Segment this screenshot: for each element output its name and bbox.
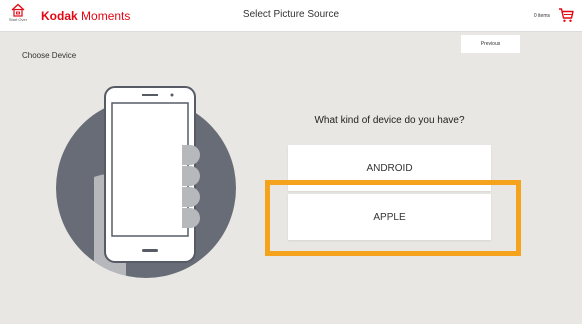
cart-icon[interactable] xyxy=(558,7,574,23)
cart-items-count: 0 items xyxy=(533,13,550,19)
phone-camera xyxy=(170,93,174,97)
phone-home-button xyxy=(142,249,158,252)
phone-in-hand-illustration xyxy=(56,86,236,278)
phone-screen xyxy=(111,102,189,237)
page-title: Select Picture Source xyxy=(242,9,340,20)
device-question: What kind of device do you have? xyxy=(314,115,465,126)
android-option-button[interactable]: ANDROID xyxy=(288,145,491,191)
previous-button[interactable]: Previous xyxy=(461,35,520,53)
top-header-bar: Start Over Kodak Moments Select Picture … xyxy=(0,0,582,32)
section-title: Choose Device xyxy=(22,51,77,60)
apple-option-button[interactable]: APPLE xyxy=(288,194,491,240)
